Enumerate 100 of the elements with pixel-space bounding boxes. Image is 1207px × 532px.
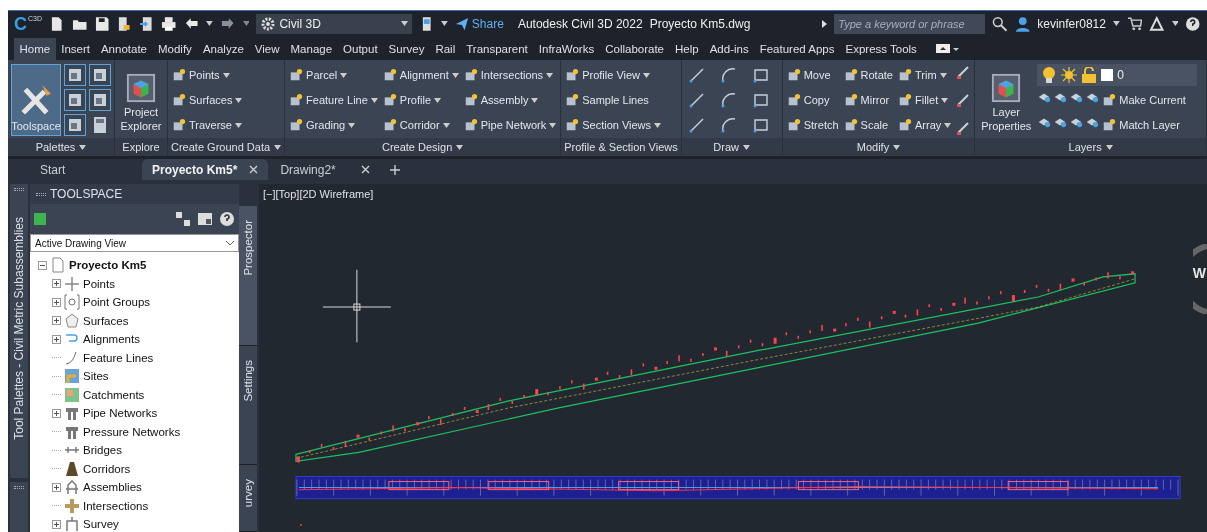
- tool-icon: [172, 68, 186, 82]
- ribbon-tab[interactable]: Home: [14, 38, 56, 60]
- ribbon-tool[interactable]: Alignment: [381, 64, 460, 86]
- palette-icon[interactable]: [89, 64, 111, 86]
- ribbon-tool[interactable]: Corridor: [381, 114, 460, 136]
- project-explorer-button[interactable]: Project Explorer: [118, 64, 164, 136]
- ribbon-tab[interactable]: Express Tools: [840, 38, 923, 60]
- ribbon-tool[interactable]: Trim: [897, 64, 953, 86]
- tree-item[interactable]: Corridors: [38, 459, 239, 478]
- tree-item[interactable]: Pipe Networks: [38, 404, 239, 423]
- ribbon-tab[interactable]: Modify: [152, 38, 198, 60]
- viewcube-label[interactable]: W: [1192, 265, 1206, 281]
- viewport-controls[interactable]: [−][Top][2D Wireframe]: [263, 188, 374, 200]
- view-dropdown[interactable]: Active Drawing View: [30, 234, 239, 252]
- panel-title[interactable]: Draw: [681, 138, 782, 156]
- ribbon-tool[interactable]: Traverse: [171, 114, 244, 136]
- bracket-icon: [64, 294, 80, 311]
- layer-dropdown[interactable]: 0: [1037, 64, 1198, 86]
- ribbon-tool[interactable]: Feature Line: [288, 89, 379, 111]
- ribbon-tab[interactable]: Featured Apps: [754, 38, 840, 60]
- close-icon[interactable]: [361, 165, 371, 174]
- panel-title[interactable]: Modify: [782, 138, 975, 156]
- ribbon-tool[interactable]: Copy: [785, 89, 840, 111]
- palette-icon[interactable]: [64, 89, 86, 111]
- ribbon-tab[interactable]: Rail: [429, 38, 461, 60]
- ribbon-tool[interactable]: Fillet: [897, 89, 953, 111]
- ribbon-tool[interactable]: Scale: [842, 114, 894, 136]
- expand-icon[interactable]: [52, 408, 61, 418]
- side-tab[interactable]: Prospector: [239, 206, 257, 347]
- ribbon-tab[interactable]: Annotate: [95, 38, 153, 60]
- close-icon[interactable]: [249, 165, 259, 174]
- ribbon-tool[interactable]: Surfaces: [171, 89, 244, 111]
- expand-icon[interactable]: [52, 482, 61, 492]
- panel-title[interactable]: Layers: [975, 138, 1206, 156]
- layer-properties-button[interactable]: Layer Properties: [978, 64, 1035, 136]
- tree-item[interactable]: Assemblies: [38, 478, 239, 497]
- expand-icon[interactable]: [52, 279, 61, 289]
- tree-item[interactable]: Point Groups: [38, 293, 239, 312]
- panel-title[interactable]: Explore: [115, 138, 167, 156]
- tree-item[interactable]: Survey: [38, 515, 239, 532]
- tree-item[interactable]: Sites: [38, 367, 239, 386]
- tree-item[interactable]: Catchments: [38, 385, 239, 404]
- tree-item[interactable]: Pressure Networks: [38, 422, 239, 441]
- palette-icon[interactable]: [64, 64, 86, 86]
- ribbon-tab[interactable]: Collaborate: [599, 38, 670, 60]
- ribbon-tool[interactable]: Points: [171, 64, 244, 86]
- document-tab[interactable]: Proyecto Km5*: [142, 159, 269, 180]
- panel-title[interactable]: Profile & Section Views: [561, 138, 681, 156]
- expand-icon[interactable]: [52, 316, 61, 326]
- palette-icon[interactable]: [89, 89, 111, 111]
- tree-item[interactable]: Alignments: [38, 330, 239, 349]
- expand-icon[interactable]: [52, 519, 61, 529]
- ribbon-toggle-icon[interactable]: [936, 44, 961, 54]
- ribbon-tool[interactable]: Profile View: [564, 64, 663, 86]
- ribbon-tool[interactable]: Assembly: [462, 89, 558, 111]
- ribbon-tool[interactable]: Pipe Network: [462, 114, 558, 136]
- ribbon-tool[interactable]: Move: [785, 64, 840, 86]
- ribbon-tool[interactable]: Intersections: [462, 64, 558, 86]
- panel-title[interactable]: Create Design: [285, 138, 561, 156]
- swatch-icon: [1101, 69, 1114, 81]
- tree-item[interactable]: Surfaces: [38, 311, 239, 330]
- ribbon-tool[interactable]: Parcel: [288, 64, 379, 86]
- side-tab[interactable]: urvey: [239, 465, 257, 532]
- ribbon-tab[interactable]: Output: [337, 38, 384, 60]
- ribbon-tab[interactable]: Survey: [383, 38, 430, 60]
- ribbon-tab[interactable]: Help: [669, 38, 705, 60]
- tree-item[interactable]: Bridges: [38, 441, 239, 460]
- ribbon-tab[interactable]: Insert: [55, 38, 96, 60]
- ribbon-tab[interactable]: Manage: [285, 38, 338, 60]
- ribbon-tool[interactable]: Make Current: [1101, 89, 1187, 111]
- share-button[interactable]: Share: [454, 16, 504, 31]
- ribbon-tool[interactable]: Sample Lines: [564, 89, 663, 111]
- tree-item[interactable]: Intersections: [38, 496, 239, 515]
- ribbon-tool[interactable]: Section Views: [564, 114, 663, 136]
- expand-icon[interactable]: [52, 334, 61, 344]
- panel-title[interactable]: Palettes: [8, 138, 114, 156]
- user-name[interactable]: kevinfer0812: [1037, 16, 1106, 31]
- ribbon-tool[interactable]: Rotate: [842, 64, 894, 86]
- ribbon-tab[interactable]: Analyze: [197, 38, 250, 60]
- tree-item[interactable]: Proyecto Km5: [38, 256, 239, 275]
- side-tab[interactable]: Settings: [239, 346, 257, 466]
- ribbon-tool[interactable]: Grading: [288, 114, 379, 136]
- ribbon-tab[interactable]: Add-ins: [704, 38, 755, 60]
- ribbon-tab[interactable]: InfraWorks: [533, 38, 600, 60]
- ribbon-tool[interactable]: Stretch: [785, 114, 840, 136]
- ribbon-tool[interactable]: Profile: [381, 89, 460, 111]
- search-field[interactable]: Type a keyword or phrase: [834, 13, 986, 34]
- tree-item[interactable]: Points: [38, 274, 239, 293]
- ribbon-tool[interactable]: Array: [897, 114, 953, 136]
- ribbon-tool[interactable]: Mirror: [842, 89, 894, 111]
- ribbon-tab[interactable]: View: [249, 38, 285, 60]
- workspace-dropdown[interactable]: Civil 3D: [256, 13, 412, 34]
- ribbon-tab[interactable]: Transparent: [460, 38, 534, 60]
- collapse-icon[interactable]: [38, 260, 47, 270]
- toolspace-button[interactable]: Toolspace: [11, 64, 61, 136]
- expand-icon[interactable]: [52, 297, 61, 307]
- panel-title[interactable]: Create Ground Data: [168, 138, 285, 156]
- tree-item[interactable]: Feature Lines: [38, 348, 239, 367]
- palette-icon[interactable]: [64, 114, 86, 136]
- ribbon-tool[interactable]: Match Layer: [1101, 114, 1181, 136]
